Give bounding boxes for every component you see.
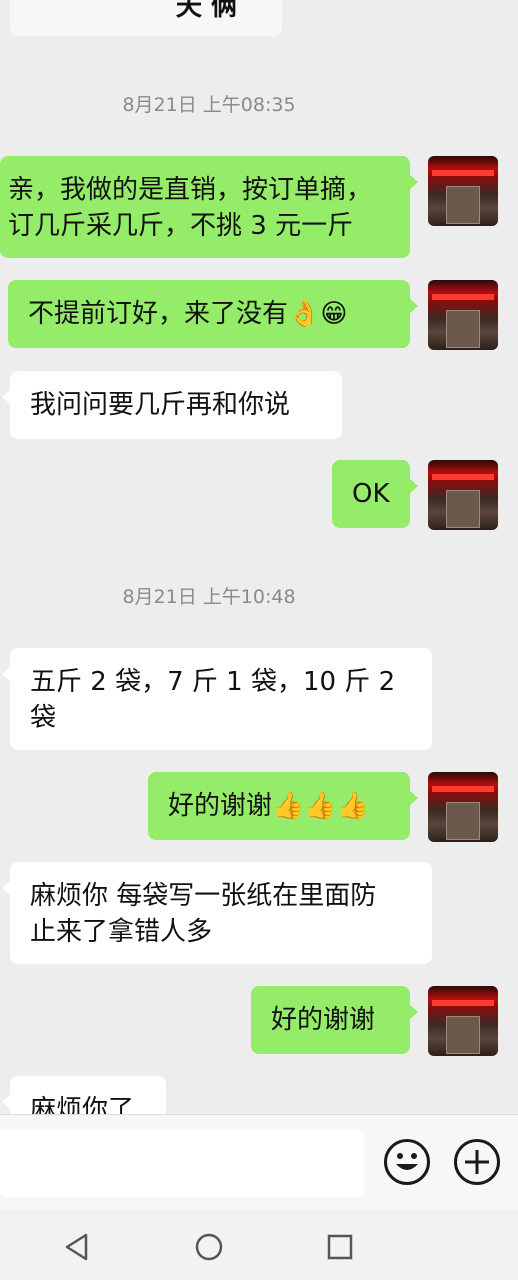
bubble-tail xyxy=(2,389,11,405)
bubble-tail xyxy=(409,790,418,806)
my-avatar[interactable] xyxy=(428,986,498,1056)
my-avatar[interactable] xyxy=(428,280,498,350)
message-bubble-sent[interactable]: 不提前订好，来了没有👌😁 xyxy=(8,280,418,348)
chat-title: 夭 俩 xyxy=(176,0,238,22)
bubble-tail xyxy=(2,666,11,682)
my-avatar[interactable] xyxy=(428,156,498,226)
top-strip: 夭 俩 xyxy=(0,0,518,36)
message-bubble-received[interactable]: 五斤 2 袋，7 斤 1 袋，10 斤 2 袋 xyxy=(2,648,432,750)
message-bubble-received[interactable]: 麻烦你 每袋写一张纸在里面防 止来了拿错人多 xyxy=(2,862,432,964)
message-text: 五斤 2 袋，7 斤 1 袋，10 斤 2 袋 xyxy=(30,667,396,733)
navigation-bar xyxy=(0,1210,518,1280)
message-text: 好的谢谢👍👍👍 xyxy=(168,791,370,821)
back-triangle-icon[interactable] xyxy=(62,1232,92,1262)
timestamp: 8月21日 上午08:35 xyxy=(122,94,296,116)
message-text: 不提前订好，来了没有👌😁 xyxy=(28,299,348,329)
home-circle-icon[interactable] xyxy=(194,1232,224,1262)
message-text: 麻烦你 每袋写一张纸在里面防 止来了拿错人多 xyxy=(30,881,377,947)
message-input[interactable] xyxy=(0,1129,364,1197)
message-text: OK xyxy=(352,479,390,509)
emoji-icon[interactable] xyxy=(384,1139,430,1185)
bubble-tail xyxy=(2,1094,11,1110)
my-avatar[interactable] xyxy=(428,772,498,842)
message-bubble-sent[interactable]: 好的谢谢👍👍👍 xyxy=(148,772,418,840)
message-text: 好的谢谢 xyxy=(271,1005,376,1035)
previous-card xyxy=(10,0,282,36)
recents-square-icon[interactable] xyxy=(325,1232,355,1262)
message-text: 我问问要几斤再和你说 xyxy=(30,390,291,420)
input-bar xyxy=(0,1114,518,1211)
message-bubble-received[interactable]: 我问问要几斤再和你说 xyxy=(2,371,342,439)
my-avatar[interactable] xyxy=(428,460,498,530)
message-bubble-sent[interactable]: OK xyxy=(332,460,418,528)
bubble-tail xyxy=(409,478,418,494)
bubble-tail xyxy=(409,1004,418,1020)
plus-icon[interactable] xyxy=(454,1139,500,1185)
message-bubble-sent[interactable]: 亲，我做的是直销，按订单摘， 订几斤采几斤，不挑 3 元一斤 xyxy=(0,156,418,258)
bubble-tail xyxy=(409,298,418,314)
message-bubble-sent[interactable]: 好的谢谢 xyxy=(251,986,418,1054)
bubble-tail xyxy=(409,174,418,190)
message-text: 亲，我做的是直销，按订单摘， 订几斤采几斤，不挑 3 元一斤 xyxy=(8,175,373,241)
bubble-tail xyxy=(2,880,11,896)
timestamp: 8月21日 上午10:48 xyxy=(122,586,296,608)
